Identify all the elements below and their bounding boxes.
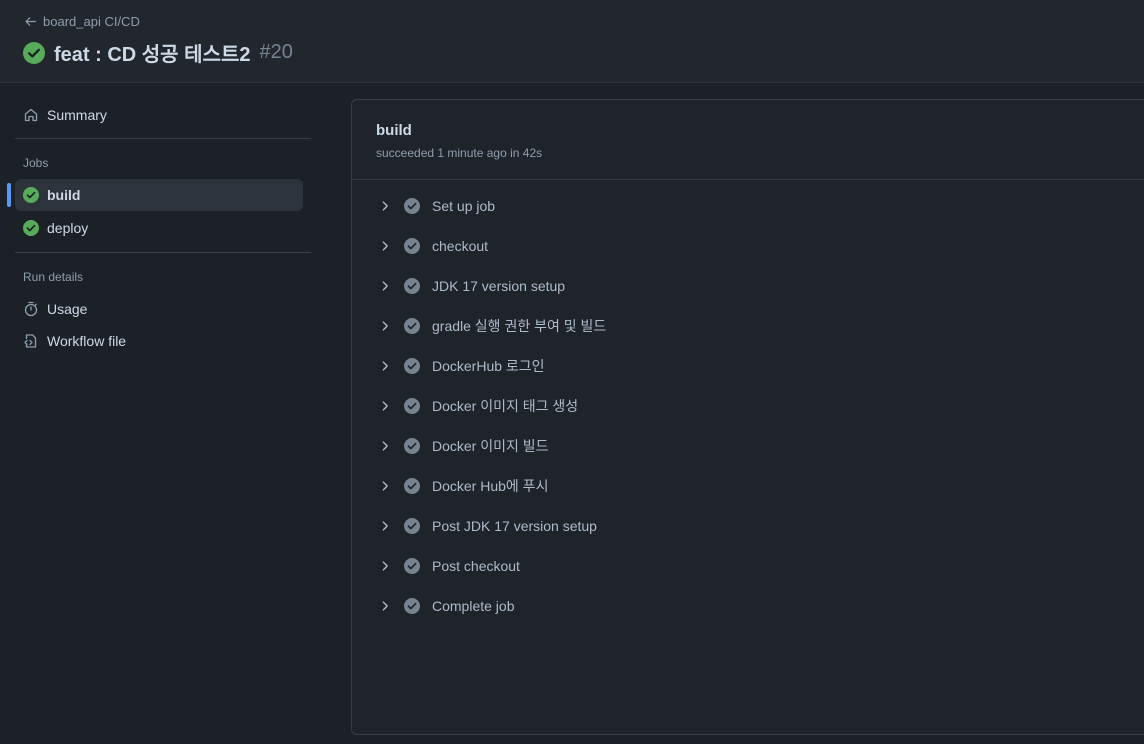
divider [15,252,311,253]
step-row[interactable]: checkout [352,226,1144,266]
step-list: Set up job checkout JDK 17 version setup… [352,186,1144,626]
step-row[interactable]: gradle 실행 권한 부여 및 빌드 [352,306,1144,346]
check-circle-fill-icon [404,318,420,334]
step-row[interactable]: Docker Hub에 푸시 [352,466,1144,506]
check-circle-fill-icon [404,278,420,294]
step-row[interactable]: Complete job [352,586,1144,626]
step-label: Set up job [432,198,496,214]
step-row[interactable]: Post checkout [352,546,1144,586]
step-row[interactable]: JDK 17 version setup [352,266,1144,306]
step-label: Docker 이미지 빌드 [432,438,549,454]
run-header: board_api CI/CD feat : CD 성공 테스트2 #20 [0,0,1144,83]
sidebar-item-label: deploy [47,220,89,236]
step-label: Post JDK 17 version setup [432,518,597,534]
active-indicator [7,183,11,207]
chevron-right-icon[interactable] [378,279,392,293]
divider [15,138,311,139]
arrow-left-icon [25,17,36,26]
check-circle-fill-icon [23,41,45,64]
chevron-right-icon[interactable] [378,599,392,613]
stopwatch-icon [24,301,38,317]
check-circle-fill-icon [404,198,420,214]
chevron-right-icon[interactable] [378,359,392,373]
sidebar-item-summary[interactable]: Summary [15,99,303,131]
home-icon [24,108,38,122]
job-panel: build succeeded 1 minute ago in 42s Set … [351,99,1144,735]
check-circle-fill-icon [404,518,420,534]
sidebar-item-label: Workflow file [47,333,127,349]
check-circle-fill-icon [404,558,420,574]
run-details-heading: Run details [23,270,84,284]
check-circle-fill-icon [23,220,39,236]
step-row[interactable]: Docker 이미지 빌드 [352,426,1144,466]
step-row[interactable]: DockerHub 로그인 [352,346,1144,386]
back-link-label: board_api CI/CD [43,14,140,29]
sidebar-item-label: build [47,187,81,203]
jobs-heading: Jobs [23,156,49,170]
sidebar-item-label: Usage [47,301,88,317]
chevron-right-icon[interactable] [378,479,392,493]
chevron-right-icon[interactable] [378,239,392,253]
step-label: DockerHub 로그인 [432,358,545,374]
step-label: checkout [432,238,489,254]
file-code-icon [24,334,37,348]
check-circle-fill-icon [404,358,420,374]
sidebar-item-deploy[interactable]: deploy [15,212,303,244]
sidebar-item-usage[interactable]: Usage [15,293,303,325]
run-number: #20 [259,41,293,63]
check-circle-fill-icon [404,438,420,454]
step-label: gradle 실행 권한 부여 및 빌드 [432,318,607,334]
check-circle-fill-icon [404,598,420,614]
step-label: Docker Hub에 푸시 [432,478,549,494]
chevron-right-icon[interactable] [378,519,392,533]
run-title-text: feat : CD 성공 테스트2 [54,44,251,66]
step-row[interactable]: Post JDK 17 version setup [352,506,1144,546]
chevron-right-icon[interactable] [378,559,392,573]
chevron-right-icon[interactable] [378,319,392,333]
page-title: feat : CD 성공 테스트2 #20 [23,38,293,67]
step-label: Docker 이미지 태그 생성 [432,398,579,414]
sidebar: Summary Jobs build deploy Run details Us… [0,84,320,744]
step-label: Complete job [432,598,515,614]
step-label: JDK 17 version setup [432,278,566,294]
sidebar-item-build[interactable]: build [15,179,303,211]
check-circle-fill-icon [404,398,420,414]
chevron-right-icon[interactable] [378,399,392,413]
check-circle-fill-icon [23,187,39,203]
check-circle-fill-icon [404,238,420,254]
back-link[interactable]: board_api CI/CD [24,14,140,29]
step-row[interactable]: Set up job [352,186,1144,226]
job-status-text: succeeded 1 minute ago in 42s [376,146,543,160]
chevron-right-icon[interactable] [378,199,392,213]
step-row[interactable]: Docker 이미지 태그 생성 [352,386,1144,426]
sidebar-item-label: Summary [47,107,107,123]
check-circle-fill-icon [404,478,420,494]
sidebar-item-workflow-file[interactable]: Workflow file [15,325,303,357]
step-label: Post checkout [432,558,520,574]
chevron-right-icon[interactable] [378,439,392,453]
job-title: build [376,122,412,139]
job-header: build succeeded 1 minute ago in 42s [352,100,1144,180]
